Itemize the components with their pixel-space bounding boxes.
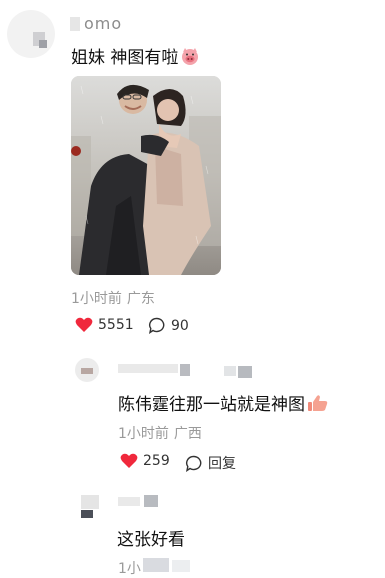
author-avatar[interactable]: [7, 10, 55, 58]
reply-time: 1小时前: [118, 426, 169, 442]
post-time: 1小时前: [71, 291, 122, 307]
reply-avatar[interactable]: [75, 358, 99, 382]
reply2-name-mosaic: [118, 497, 140, 506]
reply-name-mosaic: [224, 366, 236, 376]
comment-icon: [185, 455, 203, 472]
reply-name-mosaic: [180, 364, 190, 376]
post-photo-image: [71, 76, 221, 275]
pig-face-icon: [180, 47, 200, 65]
reply2-meta: 1小: [118, 558, 141, 578]
comment-icon: [148, 317, 166, 335]
post-comment-count: 90: [171, 317, 189, 334]
reply-like-count: 259: [143, 453, 170, 469]
reply2-time: 1小: [118, 561, 141, 577]
reply-reply-button[interactable]: 回复: [185, 453, 236, 473]
reply-meta: 1小时前 广西: [118, 423, 202, 443]
reply2-avatar-part: [81, 510, 93, 518]
author-name[interactable]: omo: [84, 14, 122, 33]
post-like-count: 5551: [98, 317, 134, 333]
post-like-button[interactable]: 5551: [75, 317, 134, 333]
reply-like-button[interactable]: 259: [120, 453, 170, 469]
post-text: 姐妹 神图有啦: [71, 43, 200, 68]
author-name-mosaic: [70, 17, 80, 31]
post-photo[interactable]: [71, 76, 221, 275]
reply2-text: 这张好看: [117, 525, 185, 550]
reply2-meta-mosaic: [143, 558, 169, 572]
heart-icon: [120, 453, 138, 469]
reply-name-mosaic: [238, 366, 252, 378]
reply-reply-label: 回复: [208, 456, 236, 472]
reply-text: 陈伟霆往那一站就是神图: [118, 390, 329, 415]
post-location: 广东: [126, 291, 155, 307]
post-meta: 1小时前 广东: [71, 288, 155, 308]
post-text-content: 姐妹 神图有啦: [71, 48, 179, 68]
heart-icon: [75, 317, 93, 333]
reply-text-content: 陈伟霆往那一站就是神图: [118, 395, 305, 415]
reply2-text-content: 这张好看: [117, 530, 185, 550]
reply2-avatar[interactable]: [81, 495, 99, 509]
reply2-meta-mosaic: [172, 560, 190, 572]
reply-name-mosaic: [118, 364, 178, 373]
author-name-text: omo: [84, 14, 123, 33]
reply-location: 广西: [173, 426, 202, 442]
reply2-name-mosaic: [144, 495, 158, 507]
post-comment-button[interactable]: 90: [148, 317, 189, 335]
thumbs-up-icon: [307, 394, 329, 412]
